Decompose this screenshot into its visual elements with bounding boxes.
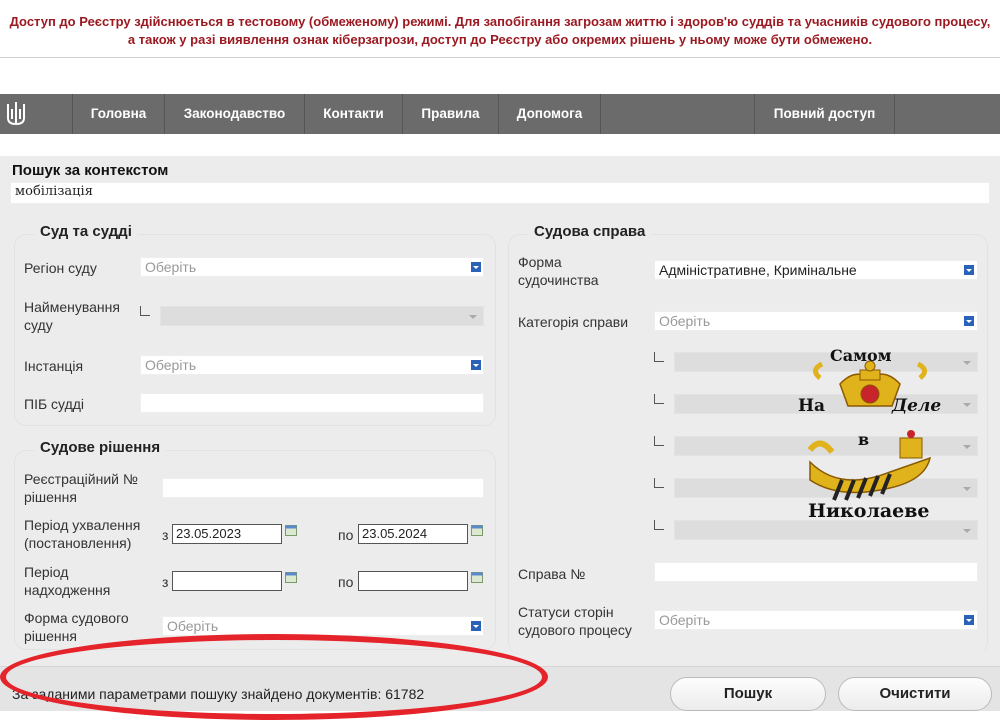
instance-select[interactable]: Оберіть [140, 355, 484, 375]
adopted-from-prefix: з [162, 527, 169, 543]
court-name-select [160, 306, 484, 326]
received-to-date[interactable] [358, 571, 468, 591]
nav-full-access[interactable]: Повний доступ [754, 94, 894, 134]
meme-stamp-overlay: Самом На Деле в Николаеве [780, 340, 960, 530]
subcategory-checkbox-3[interactable] [654, 436, 664, 446]
adopted-to-date[interactable]: 23.05.2024 [358, 524, 468, 544]
chevron-down-icon[interactable] [962, 312, 976, 330]
red-highlight-ellipse [0, 634, 548, 720]
clear-button[interactable]: Очистити [838, 677, 992, 711]
nav-legislation[interactable]: Законодавство [164, 94, 304, 134]
search-button[interactable]: Пошук [670, 677, 826, 711]
chevron-down-icon[interactable] [469, 356, 483, 374]
decision-form-select[interactable]: Оберіть [162, 616, 484, 636]
court-group-title: Суд та судді [34, 223, 138, 240]
court-name-checkbox[interactable] [140, 306, 150, 316]
registration-number-input[interactable] [162, 478, 484, 498]
court-name-label: Найменування суду [24, 299, 120, 333]
judge-input[interactable] [140, 393, 484, 413]
calendar-icon[interactable] [285, 524, 297, 536]
subcategory-checkbox-4[interactable] [654, 478, 664, 488]
received-from-date[interactable] [172, 571, 282, 591]
chevron-down-icon[interactable] [962, 261, 976, 279]
chevron-down-icon[interactable] [469, 617, 483, 635]
subcategory-checkbox-1[interactable] [654, 352, 664, 362]
top-nav: Головна Законодавство Контакти Правила Д… [0, 94, 1000, 134]
chevron-down-icon[interactable] [469, 258, 483, 276]
case-number-input[interactable] [654, 562, 978, 582]
calendar-icon[interactable] [285, 571, 297, 583]
proceedings-form-select[interactable]: Адміністративне, Кримінальне [654, 260, 978, 280]
received-to-prefix: по [338, 574, 354, 590]
registration-number-label: Реєстраційний № рішення [24, 471, 138, 505]
chevron-down-icon[interactable] [962, 611, 976, 629]
received-period-label: Період надходження [24, 564, 111, 598]
case-number-label: Справа № [518, 566, 586, 582]
context-search-label: Пошук за контекстом [12, 162, 169, 179]
region-label: Регіон суду [24, 260, 97, 276]
stamp-text-3: Деле [892, 396, 942, 416]
nav-help[interactable]: Допомога [498, 94, 600, 134]
proceedings-form-label: Форма судочинства [518, 254, 599, 288]
context-search-input[interactable]: мобілізація [10, 182, 990, 204]
party-status-label: Статуси сторін судового процесу [518, 604, 632, 638]
case-category-select[interactable]: Оберіть [654, 311, 978, 331]
region-select[interactable]: Оберіть [140, 257, 484, 277]
nav-contacts[interactable]: Контакти [304, 94, 402, 134]
calendar-icon[interactable] [471, 524, 483, 536]
calendar-icon[interactable] [471, 571, 483, 583]
subcategory-checkbox-2[interactable] [654, 394, 664, 404]
stamp-text-5: Николаеве [808, 500, 930, 522]
stamp-text-2: На [798, 396, 826, 416]
party-status-select[interactable]: Оберіть [654, 610, 978, 630]
stamp-text-4: в [858, 430, 870, 449]
trident-emblem-icon[interactable] [0, 94, 32, 134]
adopted-from-date[interactable]: 23.05.2023 [172, 524, 282, 544]
stamp-text-1: Самом [830, 346, 892, 365]
subcategory-checkbox-5[interactable] [654, 520, 664, 530]
case-category-label: Категорія справи [518, 314, 629, 330]
case-group-title: Судова справа [528, 223, 652, 240]
adoption-period-label: Період ухвалення (постановлення) [24, 517, 141, 551]
access-notice: Доступ до Реєстру здійснюється в тестово… [0, 0, 1000, 58]
nav-rules[interactable]: Правила [402, 94, 498, 134]
decision-group-title: Судове рішення [34, 439, 167, 456]
adopted-to-prefix: по [338, 527, 354, 543]
instance-label: Інстанція [24, 358, 84, 374]
received-from-prefix: з [162, 574, 169, 590]
judge-label: ПІБ судді [24, 396, 85, 412]
nav-home[interactable]: Головна [72, 94, 164, 134]
